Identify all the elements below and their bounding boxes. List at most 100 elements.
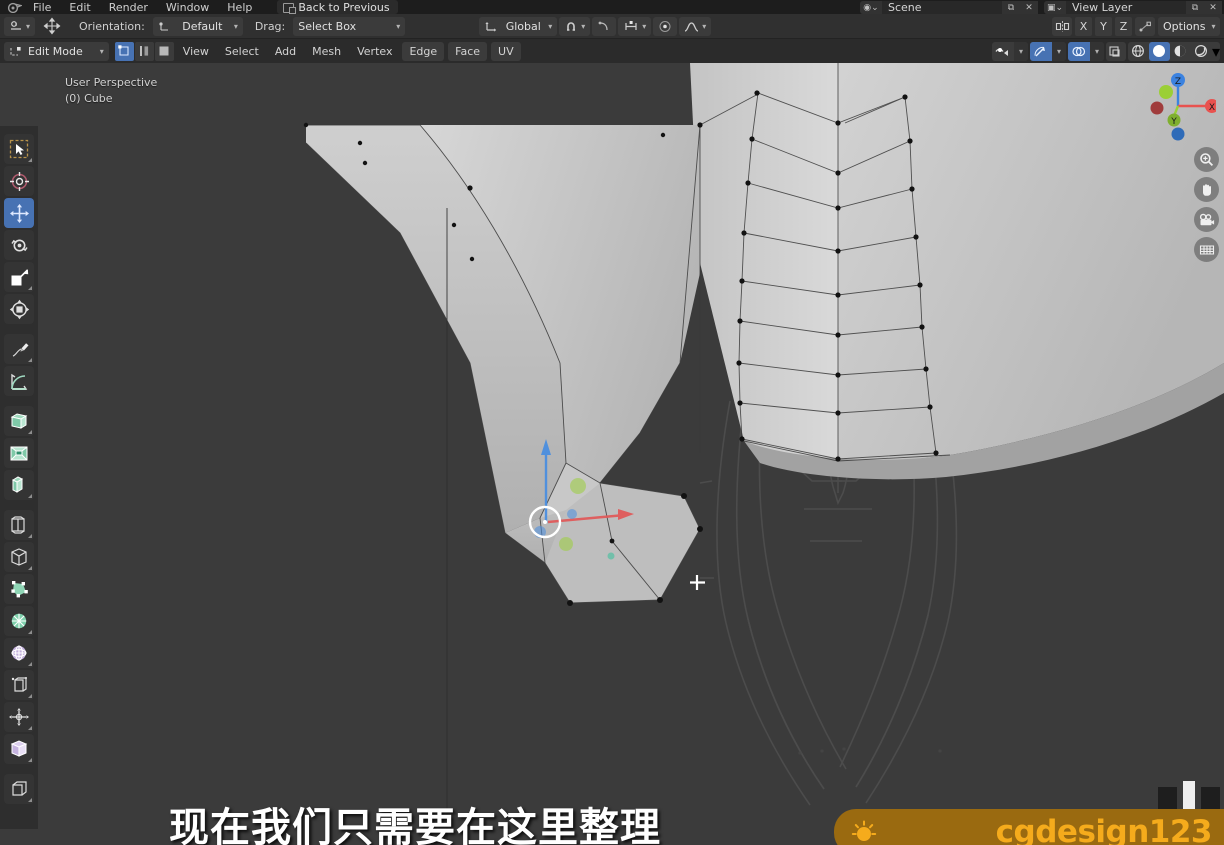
orientation-axes-icon — [158, 20, 171, 33]
xray-toggle-icon[interactable] — [1106, 42, 1126, 61]
visibility-group[interactable]: ▾ — [992, 42, 1028, 61]
mirror-icon[interactable] — [1052, 17, 1072, 36]
viewport-header-right: ▾ ▾ ▾ — [992, 42, 1220, 61]
visibility-icon[interactable] — [992, 42, 1014, 61]
viewport-menu-uv[interactable]: UV — [491, 42, 521, 61]
shrink-fatten-tool[interactable] — [4, 702, 34, 732]
remove-view-layer-icon[interactable]: ✕ — [1204, 1, 1222, 14]
tweak-select-tool[interactable] — [4, 134, 34, 164]
mirror-axis-y[interactable]: Y — [1095, 17, 1112, 36]
view-layer-name: View Layer — [1066, 1, 1186, 14]
orientation-label: Orientation: — [69, 20, 151, 33]
viewport-menu-mesh[interactable]: Mesh — [305, 42, 348, 61]
menu-help[interactable]: Help — [218, 1, 261, 14]
drag-dropdown[interactable]: Select Box ▾ — [293, 17, 405, 36]
snap-toggle-button[interactable]: ▾ — [559, 17, 590, 36]
new-view-layer-icon[interactable]: ⧉ — [1186, 1, 1204, 14]
bevel-tool[interactable] — [4, 470, 34, 500]
orientation-dropdown[interactable]: Default ▾ — [153, 17, 243, 36]
global-axis-icon — [484, 20, 498, 33]
wireframe-shading[interactable] — [1128, 42, 1149, 61]
mode-dropdown[interactable]: Edit Mode ▾ — [4, 42, 109, 61]
snap-settings-button[interactable] — [592, 17, 616, 36]
gizmo-chevron-down-icon[interactable]: ▾ — [1052, 42, 1066, 61]
menu-window[interactable]: Window — [157, 1, 218, 14]
snap-target-button[interactable]: ▾ — [618, 17, 651, 36]
tool-settings-right-group: X Y Z Options ▾ — [1052, 17, 1220, 36]
top-menu-bar: File Edit Render Window Help Back to Pre… — [0, 0, 1224, 14]
viewport-menu-vertex[interactable]: Vertex — [350, 42, 399, 61]
inset-faces-tool[interactable] — [4, 438, 34, 468]
screen-back-icon — [283, 3, 294, 13]
remove-scene-icon[interactable]: ✕ — [1020, 1, 1038, 14]
loop-cut-tool[interactable] — [4, 510, 34, 540]
edge-slide-tool[interactable] — [4, 670, 34, 700]
watermark-banner: cgdesign123 — [834, 809, 1224, 845]
viewport-menu-view[interactable]: View — [176, 42, 216, 61]
options-dropdown[interactable]: Options ▾ — [1158, 17, 1220, 36]
transform-gizmo-icon[interactable] — [37, 17, 67, 36]
active-tool-button[interactable]: ▾ — [4, 17, 35, 36]
shading-chevron-down-icon[interactable]: ▾ — [1212, 42, 1220, 61]
overlays-chevron-down-icon[interactable]: ▾ — [1090, 42, 1104, 61]
gizmo-y-label: Y — [1170, 117, 1177, 127]
viewport-toolbar — [0, 126, 38, 829]
move-tool[interactable] — [4, 198, 34, 228]
menu-edit[interactable]: Edit — [60, 1, 99, 14]
scale-tool[interactable] — [4, 262, 34, 292]
mirror-axis-z[interactable]: Z — [1115, 17, 1132, 36]
viewport-info-text: User Perspective (0) Cube — [65, 75, 157, 107]
blender-logo-icon[interactable] — [4, 1, 24, 14]
show-gizmo-icon[interactable] — [1030, 42, 1052, 61]
extrude-region-tool[interactable] — [4, 406, 34, 436]
knife-tool[interactable] — [4, 542, 34, 572]
material-preview-shading[interactable] — [1170, 42, 1191, 61]
show-overlays-icon[interactable] — [1068, 42, 1090, 61]
edge-select-mode[interactable] — [135, 42, 154, 61]
rendered-shading[interactable] — [1191, 42, 1212, 61]
menu-file[interactable]: File — [24, 1, 60, 14]
view-layer-icon: ▣⌄ — [1044, 1, 1066, 14]
rip-region-tool[interactable] — [4, 734, 34, 764]
scene-icon: ◉⌄ — [860, 1, 882, 14]
options-label: Options — [1163, 20, 1205, 33]
proportional-edit-icon — [658, 20, 672, 33]
poly-build-tool[interactable] — [4, 574, 34, 604]
transform-tool[interactable] — [4, 294, 34, 324]
smooth-falloff-icon — [684, 20, 699, 33]
toggle-perspective-icon[interactable] — [1194, 237, 1219, 262]
scene-selector[interactable]: ◉⌄ Scene ⧉ ✕ — [860, 1, 1038, 14]
vertex-select-mode[interactable] — [115, 42, 134, 61]
overlays-group[interactable]: ▾ — [1068, 42, 1104, 61]
visibility-chevron-down-icon[interactable]: ▾ — [1014, 42, 1028, 61]
transform-space-dropdown[interactable]: Global ▾ — [479, 17, 557, 36]
measure-tool[interactable] — [4, 366, 34, 396]
camera-view-icon[interactable] — [1194, 207, 1219, 232]
back-to-previous-label: Back to Previous — [298, 1, 389, 14]
pan-hand-icon[interactable] — [1194, 177, 1219, 202]
cursor-tool[interactable] — [4, 166, 34, 196]
mirror-axis-x[interactable]: X — [1075, 17, 1092, 36]
viewport-menu-face[interactable]: Face — [448, 42, 487, 61]
viewport-menu-edge[interactable]: Edge — [402, 42, 444, 61]
falloff-dropdown[interactable]: ▾ — [679, 17, 711, 36]
3d-viewport[interactable]: User Perspective (0) Cube — [0, 63, 1224, 845]
magnet-icon — [564, 20, 578, 33]
auto-merge-icon[interactable] — [1135, 17, 1155, 36]
new-scene-icon[interactable]: ⧉ — [1002, 1, 1020, 14]
proportional-edit-button[interactable] — [653, 17, 677, 36]
gizmo-group[interactable]: ▾ — [1030, 42, 1066, 61]
navigation-gizmo[interactable]: Z X Y — [1140, 68, 1216, 144]
annotate-tool[interactable] — [4, 334, 34, 364]
menu-render[interactable]: Render — [100, 1, 157, 14]
smooth-tool[interactable] — [4, 638, 34, 668]
viewport-menu-select[interactable]: Select — [218, 42, 266, 61]
view-layer-selector[interactable]: ▣⌄ View Layer ⧉ ✕ — [1044, 1, 1222, 14]
zoom-icon[interactable] — [1194, 147, 1219, 172]
face-select-mode[interactable] — [155, 42, 174, 61]
viewport-menu-add[interactable]: Add — [268, 42, 303, 61]
back-to-previous-button[interactable]: Back to Previous — [277, 0, 397, 14]
rotate-tool[interactable] — [4, 230, 34, 260]
solid-shading[interactable] — [1149, 42, 1170, 61]
spin-tool[interactable] — [4, 606, 34, 636]
